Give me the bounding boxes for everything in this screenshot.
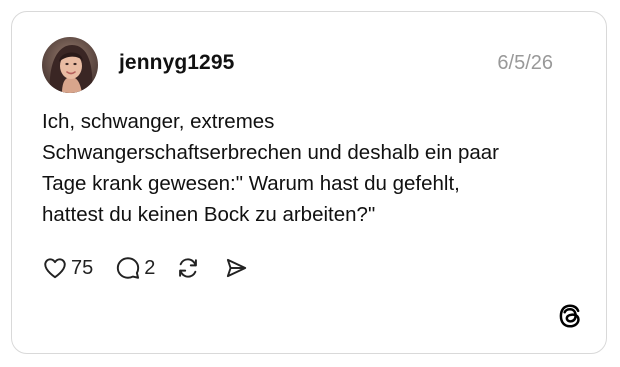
reply-count: 2 [144, 256, 156, 279]
post-date: 6/5/26 [497, 52, 553, 74]
avatar[interactable] [42, 37, 98, 93]
like-button[interactable]: 75 [42, 255, 93, 281]
repost-button[interactable] [175, 255, 201, 281]
repost-arrows-icon [179, 258, 198, 278]
reply-button[interactable]: 2 [115, 255, 155, 281]
share-button[interactable] [223, 255, 249, 281]
avatar-image [42, 37, 98, 93]
threads-logo-icon[interactable] [557, 303, 583, 329]
heart-icon [44, 258, 66, 279]
username[interactable]: jennyg1295 [119, 51, 234, 75]
action-bar: 75 2 [42, 252, 249, 284]
threads-logo-glyph [559, 304, 580, 328]
speech-bubble-icon [117, 257, 140, 279]
post-text: Ich, schwanger, extremes Schwangerschaft… [42, 110, 499, 226]
post-card: jennyg1295 6/5/26 Ich, schwanger, extrem… [11, 11, 607, 354]
send-icon [227, 258, 247, 278]
like-count: 75 [71, 256, 94, 279]
